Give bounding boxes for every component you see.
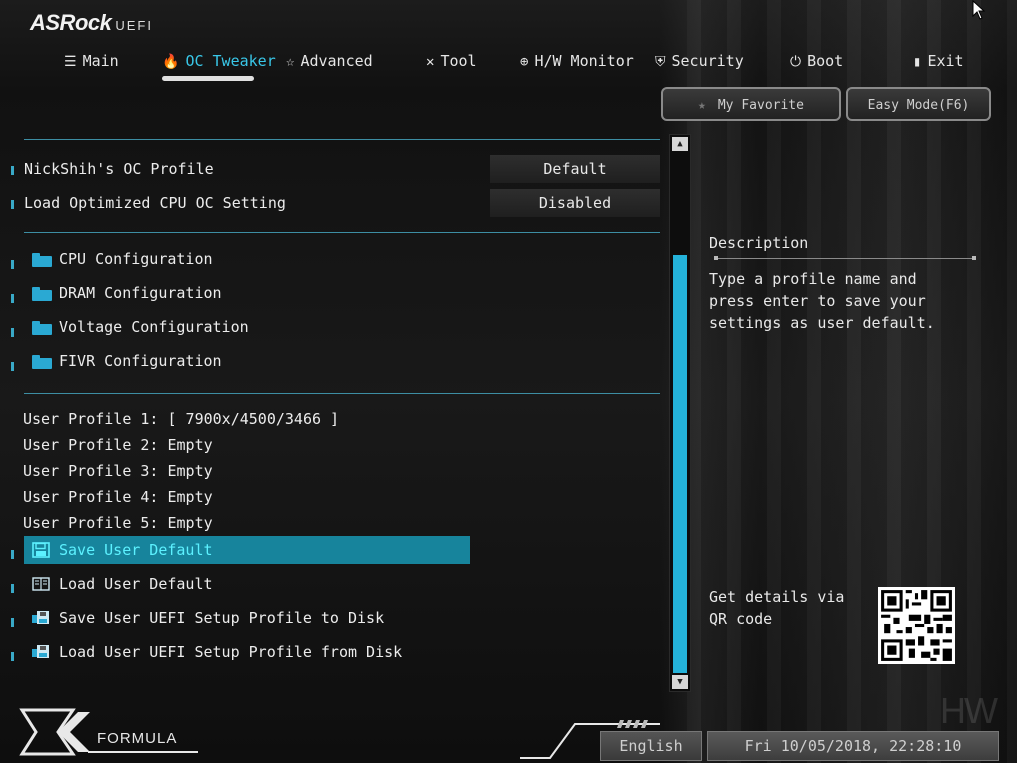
- folder-label: FIVR Configuration: [59, 352, 222, 370]
- tab-label: Main: [82, 52, 119, 70]
- action-label: Load User Default: [59, 575, 213, 593]
- user-profile-2: User Profile 2: Empty: [23, 436, 213, 454]
- tab-label: Boot: [807, 52, 844, 70]
- brand-name: ASRock: [30, 10, 112, 35]
- shield-icon: ⛨: [655, 54, 666, 70]
- tab-label: Security: [671, 52, 744, 70]
- divider: [24, 393, 660, 394]
- tab-boot[interactable]: ⏻ Boot: [790, 46, 843, 78]
- tools-icon: ✕: [426, 54, 435, 70]
- scrollbar-thumb[interactable]: [673, 255, 687, 673]
- load-user-default-item[interactable]: Load User Default: [11, 570, 470, 598]
- floppy-disk-icon: [32, 645, 49, 658]
- save-user-default-item[interactable]: Save User Default: [11, 536, 470, 564]
- save-profile-to-disk-item[interactable]: Save User UEFI Setup Profile to Disk: [11, 604, 470, 632]
- header: ASRock UEFI ☰ Main 🔥 OC Tweaker ☆ Advanced ✕…: [0, 0, 1017, 90]
- my-favorite-button[interactable]: ★ My Favorite: [661, 87, 841, 121]
- tab-main[interactable]: ☰ Main: [64, 46, 119, 78]
- tab-tool[interactable]: ✕ Tool: [426, 46, 477, 78]
- active-tab-indicator: [162, 76, 254, 81]
- divider: [24, 139, 660, 140]
- tab-label: Tool: [440, 52, 477, 70]
- tab-exit[interactable]: ▮ Exit: [913, 46, 964, 78]
- easy-mode-label: Easy Mode(F6): [867, 98, 970, 113]
- list-icon: ☰: [64, 54, 77, 70]
- mouse-cursor-icon: [972, 0, 986, 20]
- action-label: Save User UEFI Setup Profile to Disk: [59, 609, 385, 627]
- setting-load-optimized-cpu-oc[interactable]: Load Optimized CPU OC Setting: [11, 189, 286, 217]
- folder-icon: [32, 355, 52, 369]
- user-profile-1: User Profile 1: [ 7900x/4500/3466 ]: [23, 410, 340, 428]
- user-profile-3: User Profile 3: Empty: [23, 462, 213, 480]
- folder-icon: [32, 287, 52, 301]
- floppy-icon: [32, 542, 50, 558]
- scrollbar[interactable]: ▲ ▼: [669, 134, 691, 692]
- footer-brand: FORMULA: [97, 730, 178, 747]
- description-text: Type a profile name and press enter to s…: [709, 270, 935, 332]
- scroll-up-arrow-icon[interactable]: ▲: [672, 137, 688, 151]
- power-icon: ⏻: [790, 54, 802, 70]
- description-divider: [714, 256, 976, 260]
- tab-advanced[interactable]: ☆ Advanced: [286, 46, 373, 78]
- qr-caption: Get details via QR code: [709, 588, 845, 628]
- tab-label: H/W Monitor: [534, 52, 634, 70]
- action-label: Save User Default: [59, 541, 213, 559]
- my-favorite-label: My Favorite: [717, 98, 804, 113]
- tab-hw-monitor[interactable]: ⊕ H/W Monitor: [520, 46, 634, 78]
- star-icon: ☆: [286, 54, 295, 70]
- crosshair-icon: ⊕: [520, 54, 529, 70]
- star-icon: ★: [698, 98, 706, 113]
- easy-mode-button[interactable]: Easy Mode(F6): [846, 87, 991, 121]
- brand-logo: ASRock UEFI: [30, 10, 153, 36]
- setting-oc-profile[interactable]: NickShih's OC Profile: [11, 155, 214, 183]
- divider: [24, 232, 660, 233]
- setting-label: Load Optimized CPU OC Setting: [24, 194, 286, 212]
- tab-bar: ☰ Main 🔥 OC Tweaker ☆ Advanced ✕ Tool ⊕ H/W M…: [0, 46, 1017, 86]
- user-profile-5: User Profile 5: Empty: [23, 514, 213, 532]
- tab-label: OC Tweaker: [185, 52, 276, 70]
- language-selector[interactable]: English: [600, 731, 702, 761]
- user-profile-4: User Profile 4: Empty: [23, 488, 213, 506]
- folder-label: CPU Configuration: [59, 250, 213, 268]
- qr-code: [878, 587, 955, 664]
- tab-oc-tweaker[interactable]: 🔥 OC Tweaker: [162, 46, 276, 78]
- action-label: Load User UEFI Setup Profile from Disk: [59, 643, 403, 661]
- tab-label: Exit: [927, 52, 964, 70]
- tab-security[interactable]: ⛨ Security: [655, 46, 744, 78]
- book-icon: [32, 577, 50, 591]
- folder-label: DRAM Configuration: [59, 284, 222, 302]
- folder-icon: [32, 253, 52, 267]
- folder-label: Voltage Configuration: [59, 318, 249, 336]
- folder-icon: [32, 321, 52, 335]
- load-profile-from-disk-item[interactable]: Load User UEFI Setup Profile from Disk: [11, 638, 470, 666]
- tab-label: Advanced: [300, 52, 373, 70]
- setting-load-optimized-cpu-oc-value[interactable]: Disabled: [490, 189, 660, 217]
- brand-sub: UEFI: [115, 18, 153, 33]
- flame-icon: 🔥: [162, 54, 180, 70]
- scroll-down-arrow-icon[interactable]: ▼: [672, 675, 688, 689]
- setting-label: NickShih's OC Profile: [24, 160, 214, 178]
- date-time-display: Fri 10/05/2018, 22:28:10: [707, 731, 999, 761]
- setting-oc-profile-value[interactable]: Default: [490, 155, 660, 183]
- exit-icon: ▮: [913, 54, 922, 70]
- floppy-disk-icon: [32, 611, 49, 624]
- description-title: Description: [709, 234, 809, 252]
- watermark: HW: [940, 690, 998, 731]
